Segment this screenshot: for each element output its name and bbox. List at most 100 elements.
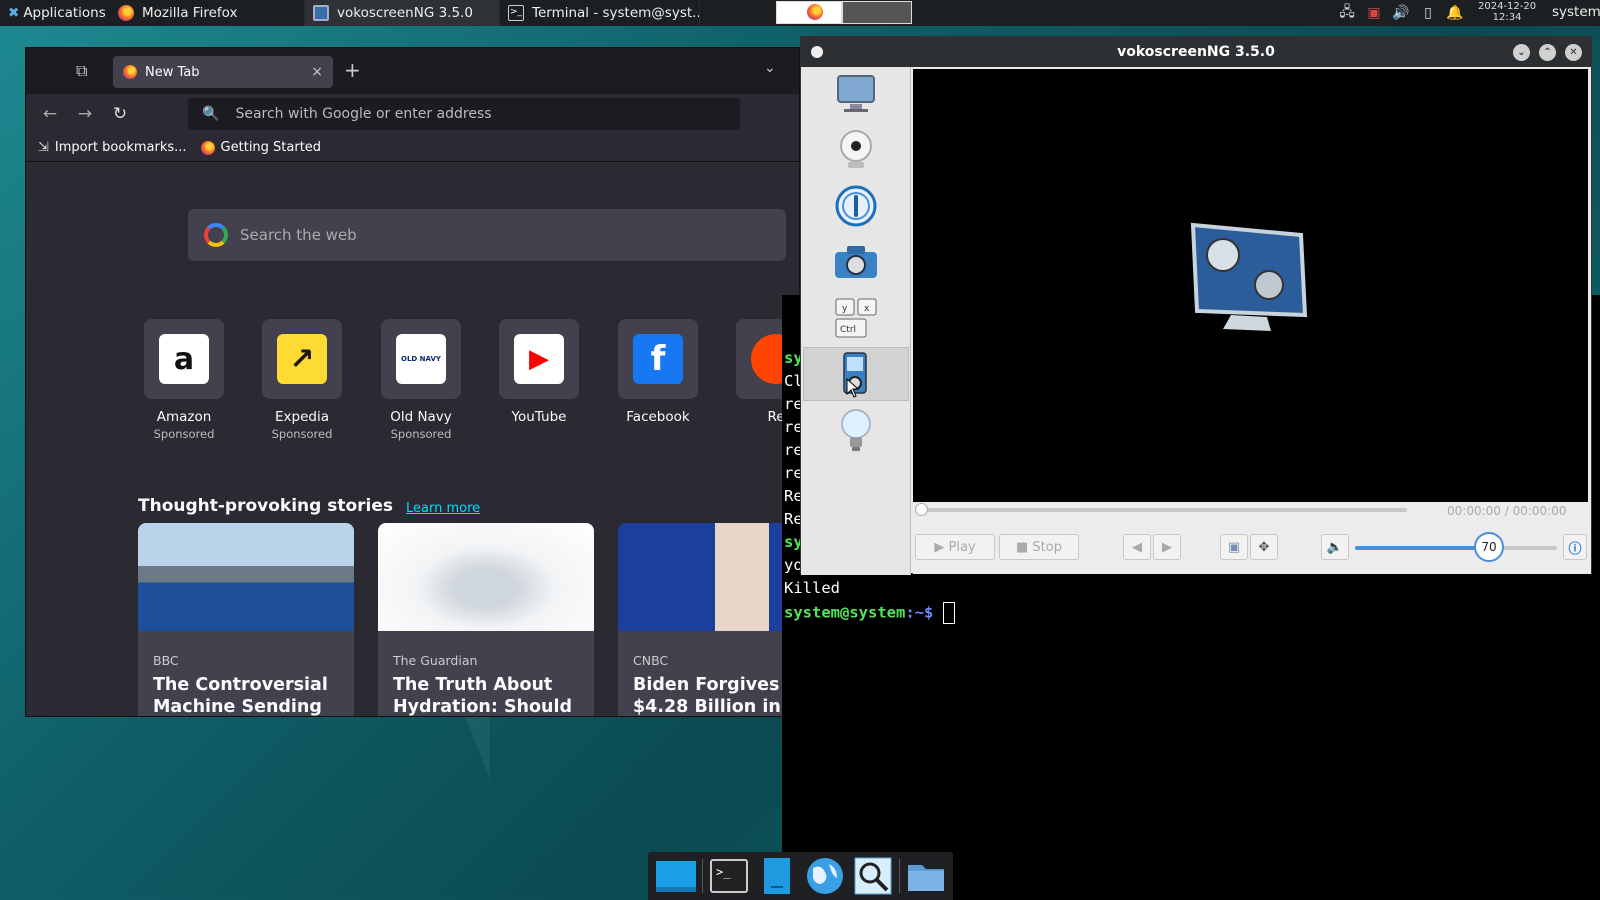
volume-slider[interactable] (1355, 546, 1557, 550)
dock-files[interactable] (753, 855, 801, 897)
network-icon[interactable]: 🖧 (1335, 0, 1359, 26)
applications-menu[interactable]: ✖ Applications ⋮ (0, 0, 110, 26)
camera-icon (835, 246, 877, 278)
shortcut-sponsored: Sponsored (271, 427, 333, 441)
browser-icon (807, 858, 843, 894)
frame-forward-icon[interactable]: ▶ (1153, 534, 1181, 560)
tab-new-tab[interactable]: New Tab × (113, 56, 333, 88)
story-title: The Controversial Machine Sending (153, 675, 328, 717)
story-source: The Guardian (393, 653, 478, 668)
user-menu[interactable]: system (1552, 4, 1600, 20)
shortcut-name: Old Navy (390, 409, 452, 425)
shortcut-facebook[interactable]: f Facebook (603, 319, 713, 425)
clock-time: 12:34 (1492, 12, 1522, 23)
dock-terminal[interactable]: >_ (705, 855, 753, 897)
workspace-2[interactable] (842, 1, 912, 24)
story-image (378, 523, 594, 631)
seek-handle[interactable] (915, 503, 928, 516)
fullscreen-icon[interactable]: ✥ (1250, 534, 1278, 560)
story-image (618, 523, 799, 631)
battery-icon[interactable]: ▯ (1416, 0, 1440, 26)
tab-tips[interactable] (803, 403, 909, 457)
tab-webcam[interactable] (803, 123, 909, 177)
tab-screencast[interactable] (803, 67, 909, 121)
address-bar[interactable]: 🔍 Search with Google or enter address (188, 98, 740, 130)
story-card[interactable]: CNBC Biden Forgives $4.28 Billion in (618, 523, 799, 716)
volume-icon[interactable]: 🔊 (1389, 0, 1413, 26)
back-icon[interactable]: ← (38, 102, 62, 126)
story-image (138, 523, 354, 631)
shortcut-old-navy[interactable]: OLD NAVY Old Navy Sponsored (366, 319, 476, 441)
shortcut-youtube[interactable]: ▶ YouTube (484, 319, 594, 425)
prompt-path: :~$ (905, 603, 943, 622)
tab-shortcuts[interactable]: y x Ctrl (803, 291, 909, 345)
terminal-prompt: system@system:~$ (784, 602, 955, 624)
open-file-icon[interactable]: ▣ (1220, 534, 1248, 560)
firefox-icon (118, 5, 134, 21)
google-icon (204, 223, 228, 247)
svg-text:y: y (842, 304, 848, 314)
time-display: 00:00:00 / 00:00:00 (1447, 504, 1567, 518)
taskbar-vokoscreen[interactable]: vokoscreenNG 3.5.0 (305, 0, 500, 26)
dock-folder[interactable] (902, 855, 950, 897)
shortcut-tile: OLD NAVY (381, 319, 461, 399)
dock-show-desktop[interactable] (652, 855, 700, 897)
reload-icon[interactable]: ↻ (108, 102, 132, 126)
stop-button[interactable]: ■ Stop (999, 534, 1079, 560)
tab-info[interactable] (803, 179, 909, 233)
tab-snapshot[interactable] (803, 235, 909, 289)
search-icon (854, 857, 892, 895)
frame-back-icon[interactable]: ◀ (1123, 534, 1151, 560)
bookmarks-bar: ⇲ Import bookmarks... Getting Started (26, 134, 799, 162)
dock-browser[interactable] (801, 855, 849, 897)
info-icon[interactable]: ⓘ (1563, 534, 1587, 560)
shortcut-name: YouTube (511, 409, 567, 425)
play-button[interactable]: ▶ Play (915, 534, 995, 560)
new-tab-page: Search the web a Amazon Sponsored ↗ Expe… (26, 163, 799, 716)
maximize-icon[interactable]: ⌃ (1539, 44, 1556, 61)
screenshot-tray-icon[interactable]: ▣ (1362, 0, 1386, 26)
clock-date: 2024-12-20 (1478, 1, 1537, 12)
volume-handle[interactable]: 70 (1474, 532, 1504, 562)
youtube-icon: ▶ (514, 334, 564, 384)
list-tabs-icon[interactable]: ⌄ (764, 60, 776, 76)
shortcut-amazon[interactable]: a Amazon Sponsored (129, 319, 239, 441)
tab-bar: ⧉ New Tab × + ⌄ (26, 48, 799, 94)
close-tab-icon[interactable]: × (311, 64, 323, 80)
taskbar-terminal[interactable]: >_ Terminal - system@syst... (500, 0, 700, 26)
shortcut-expedia[interactable]: ↗ Expedia Sponsored (247, 319, 357, 441)
new-tab-button[interactable]: + (344, 58, 361, 82)
close-icon[interactable]: ✕ (1565, 44, 1582, 61)
web-search-box[interactable]: Search the web (188, 209, 786, 261)
taskbar-firefox[interactable]: Mozilla Firefox (110, 0, 305, 26)
notification-bell-icon[interactable]: 🔔 (1443, 0, 1467, 26)
forward-icon[interactable]: → (73, 102, 97, 126)
bookmark-import[interactable]: Import bookmarks... (55, 140, 187, 155)
learn-more-link[interactable]: Learn more (406, 501, 480, 516)
firefox-icon (123, 65, 137, 79)
minimize-icon[interactable]: ⌄ (1513, 44, 1530, 61)
story-card[interactable]: BBC The Controversial Machine Sending (138, 523, 354, 717)
shortcut-tile: a (144, 319, 224, 399)
desktop-icon (656, 861, 696, 892)
tab-overview-icon[interactable]: ⧉ (76, 61, 87, 81)
window-title: vokoscreenNG 3.5.0 (1117, 44, 1275, 60)
task-label: Mozilla Firefox (142, 5, 238, 21)
story-source: BBC (153, 653, 179, 668)
clock[interactable]: 2024-12-20 12:34 (1478, 1, 1536, 23)
seek-slider[interactable] (921, 508, 1407, 512)
vokoscreen-titlebar[interactable]: vokoscreenNG 3.5.0 ⌄ ⌃ ✕ (801, 37, 1591, 67)
workspace-1[interactable] (776, 1, 842, 24)
bookmark-getting-started[interactable]: Getting Started (221, 140, 322, 155)
terminal-icon: >_ (710, 859, 748, 893)
svg-text:>_: >_ (716, 865, 731, 879)
firefox-icon (807, 4, 823, 20)
mute-icon[interactable]: 🔈 (1321, 534, 1349, 560)
story-card[interactable]: The Guardian The Truth About Hydration: … (378, 523, 594, 716)
window-menu-icon[interactable] (811, 46, 823, 58)
dock-search[interactable] (849, 855, 897, 897)
shortcut-sponsored: Sponsored (390, 427, 452, 441)
webcam-icon (840, 130, 872, 168)
applications-label: Applications ⋮ (23, 5, 110, 21)
terminal-killed-line: Killed (784, 579, 840, 597)
